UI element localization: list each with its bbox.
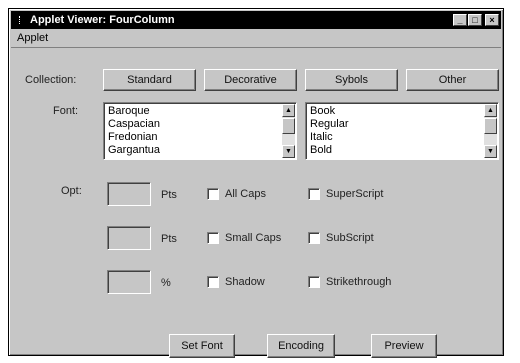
subscript-label: SubScript [326, 232, 374, 244]
list-item[interactable]: Caspacian [108, 118, 160, 131]
checkbox-box[interactable] [308, 188, 320, 200]
list-item[interactable]: Fredonian [108, 131, 160, 144]
system-menu-icon[interactable] [13, 13, 27, 27]
checkbox-box[interactable] [207, 188, 219, 200]
maximize-button[interactable]: □ [468, 14, 482, 26]
collection-symbols-button[interactable]: Sybols [305, 69, 398, 91]
checkbox-box[interactable] [308, 232, 320, 244]
list-item[interactable]: Regular [310, 118, 349, 131]
font-family-list[interactable]: Baroque Caspacian Fredonian Gargantua ▲ … [103, 102, 297, 160]
font-family-scrollbar[interactable]: ▲ ▼ [282, 104, 295, 158]
window-title: Applet Viewer: FourColumn [30, 14, 175, 26]
superscript-label: SuperScript [326, 188, 384, 200]
minimize-button[interactable]: _ [453, 14, 467, 26]
shadow-label: Shadow [225, 276, 265, 288]
close-button[interactable]: × [485, 14, 499, 26]
point-size-field[interactable] [107, 182, 151, 206]
subscript-checkbox[interactable]: SubScript [308, 232, 374, 244]
menu-bar: Applet [11, 30, 501, 46]
small-caps-checkbox[interactable]: Small Caps [207, 232, 281, 244]
all-caps-label: All Caps [225, 188, 266, 200]
preview-button[interactable]: Preview [371, 334, 437, 358]
font-style-list[interactable]: Book Regular Italic Bold ▲ ▼ [305, 102, 499, 160]
point-size-unit: Pts [161, 189, 177, 201]
scroll-thumb[interactable] [282, 118, 295, 134]
list-item[interactable]: Baroque [108, 105, 160, 118]
strikethrough-checkbox[interactable]: Strikethrough [308, 276, 391, 288]
list-item[interactable]: Bold [310, 144, 349, 157]
checkbox-box[interactable] [308, 276, 320, 288]
collection-label: Collection: [25, 74, 77, 86]
collection-standard-button[interactable]: Standard [103, 69, 196, 91]
percent-field[interactable] [107, 270, 151, 294]
menu-applet[interactable]: Applet [17, 32, 48, 44]
collection-other-button[interactable]: Other [406, 69, 499, 91]
small-caps-size-field[interactable] [107, 226, 151, 250]
title-bar[interactable]: Applet Viewer: FourColumn _ □ × [11, 11, 501, 29]
percent-unit: % [161, 277, 171, 289]
collection-decorative-button[interactable]: Decorative [204, 69, 297, 91]
all-caps-checkbox[interactable]: All Caps [207, 188, 266, 200]
applet-panel: Collection: Standard Decorative Sybols O… [11, 47, 501, 358]
font-label: Font: [53, 105, 79, 117]
set-font-button[interactable]: Set Font [169, 334, 235, 358]
small-caps-label: Small Caps [225, 232, 282, 244]
checkbox-box[interactable] [207, 232, 219, 244]
options-label: Opt: [61, 185, 82, 197]
scroll-up-arrow-icon[interactable]: ▲ [282, 104, 295, 117]
scroll-up-arrow-icon[interactable]: ▲ [484, 104, 497, 117]
scroll-thumb[interactable] [484, 118, 497, 134]
applet-viewer-window: Applet Viewer: FourColumn _ □ × Applet C… [8, 8, 504, 358]
scroll-down-arrow-icon[interactable]: ▼ [484, 145, 497, 158]
font-style-scrollbar[interactable]: ▲ ▼ [484, 104, 497, 158]
checkbox-box[interactable] [207, 276, 219, 288]
shadow-checkbox[interactable]: Shadow [207, 276, 265, 288]
strikethrough-label: Strikethrough [326, 276, 392, 288]
list-item[interactable]: Book [310, 105, 349, 118]
list-item[interactable]: Gargantua [108, 144, 160, 157]
small-caps-size-unit: Pts [161, 233, 177, 245]
scroll-down-arrow-icon[interactable]: ▼ [282, 145, 295, 158]
encoding-button[interactable]: Encoding [267, 334, 335, 358]
list-item[interactable]: Italic [310, 131, 349, 144]
superscript-checkbox[interactable]: SuperScript [308, 188, 383, 200]
